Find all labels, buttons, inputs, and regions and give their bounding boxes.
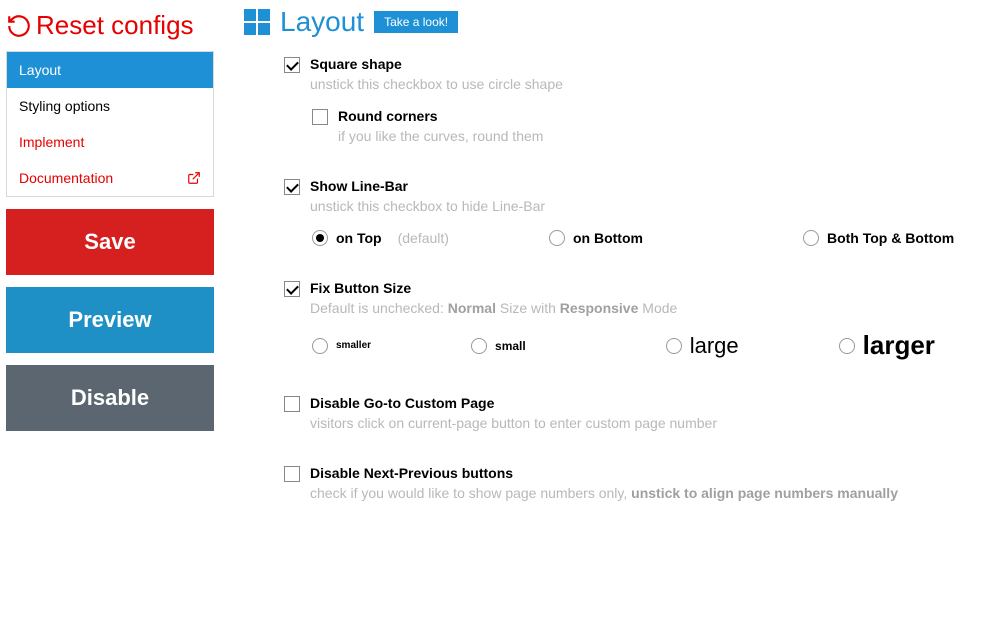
linebar-top-label: on Top [336, 230, 382, 246]
radio-icon [312, 230, 328, 246]
round-corners-desc: if you like the curves, round them [338, 128, 994, 144]
nav-item-styling[interactable]: Styling options [7, 88, 213, 124]
preview-button[interactable]: Preview [6, 287, 214, 353]
size-larger-radio[interactable]: larger [839, 330, 935, 361]
layout-grid-icon [244, 9, 270, 35]
fix-button-size-checkbox[interactable] [284, 281, 300, 297]
disable-button[interactable]: Disable [6, 365, 214, 431]
radio-icon [549, 230, 565, 246]
size-small-radio[interactable]: small [471, 338, 526, 354]
nav-label: Documentation [19, 170, 113, 186]
disable-nextprev-label: Disable Next-Previous buttons [310, 465, 513, 481]
size-large-label: large [690, 333, 739, 359]
linebar-both-label: Both Top & Bottom [827, 230, 954, 246]
disable-nextprev-checkbox[interactable] [284, 466, 300, 482]
nav-item-documentation[interactable]: Documentation [7, 160, 213, 196]
sidebar-nav: Layout Styling options Implement Documen… [6, 51, 214, 197]
disable-goto-checkbox[interactable] [284, 396, 300, 412]
size-smaller-radio[interactable]: smaller [312, 338, 371, 354]
page-title: Layout [280, 6, 364, 38]
radio-icon [312, 338, 328, 354]
show-linebar-checkbox[interactable] [284, 179, 300, 195]
default-marker: (default) [398, 230, 449, 246]
size-smaller-label: smaller [336, 340, 371, 351]
radio-icon [666, 338, 682, 354]
nav-item-implement[interactable]: Implement [7, 124, 213, 160]
square-shape-label: Square shape [310, 56, 402, 72]
nav-label: Layout [19, 62, 61, 78]
fix-button-size-desc: Default is unchecked: Normal Size with R… [310, 300, 994, 316]
fix-button-size-label: Fix Button Size [310, 280, 411, 296]
linebar-bottom-radio[interactable]: on Bottom [549, 230, 643, 246]
square-shape-checkbox[interactable] [284, 57, 300, 73]
nav-item-layout[interactable]: Layout [7, 52, 213, 88]
radio-icon [803, 230, 819, 246]
square-shape-desc: unstick this checkbox to use circle shap… [310, 76, 994, 92]
radio-icon [471, 338, 487, 354]
reset-configs-label: Reset configs [36, 10, 194, 41]
disable-nextprev-desc: check if you would like to show page num… [310, 485, 994, 501]
external-link-icon [187, 171, 201, 185]
save-button[interactable]: Save [6, 209, 214, 275]
disable-goto-desc: visitors click on current-page button to… [310, 415, 994, 431]
size-small-label: small [495, 339, 526, 353]
round-corners-label: Round corners [338, 108, 438, 124]
reset-configs-button[interactable]: Reset configs [6, 10, 214, 41]
size-larger-label: larger [863, 330, 935, 361]
reset-icon [6, 13, 32, 39]
size-large-radio[interactable]: large [666, 333, 739, 359]
round-corners-checkbox[interactable] [312, 109, 328, 125]
show-linebar-desc: unstick this checkbox to hide Line-Bar [310, 198, 994, 214]
disable-goto-label: Disable Go-to Custom Page [310, 395, 494, 411]
nav-label: Styling options [19, 98, 110, 114]
linebar-bottom-label: on Bottom [573, 230, 643, 246]
take-a-look-button[interactable]: Take a look! [374, 11, 458, 33]
linebar-both-radio[interactable]: Both Top & Bottom [803, 230, 954, 246]
radio-icon [839, 338, 855, 354]
linebar-top-radio[interactable]: on Top (default) [312, 230, 449, 246]
nav-label: Implement [19, 134, 84, 150]
show-linebar-label: Show Line-Bar [310, 178, 408, 194]
